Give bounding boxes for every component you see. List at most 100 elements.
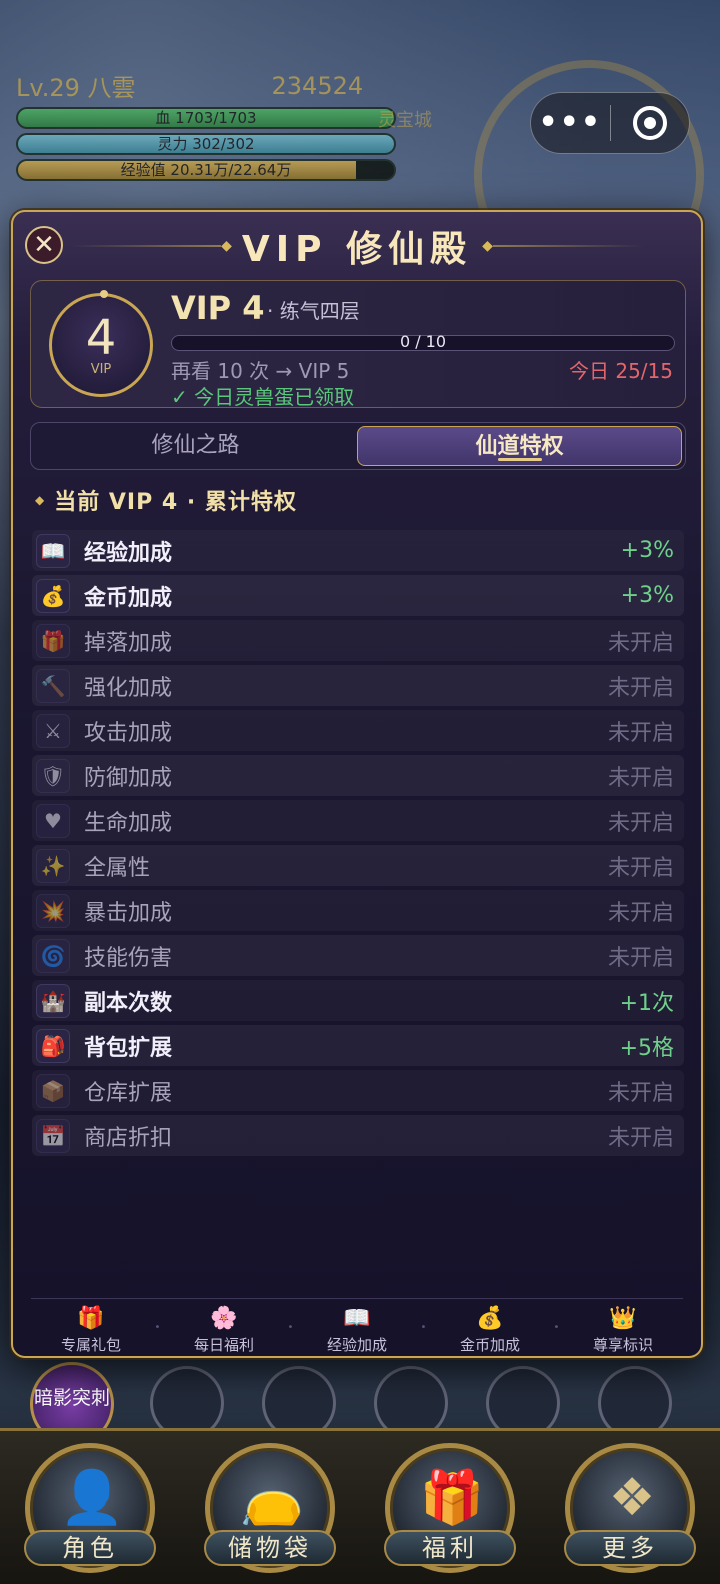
section-heading: ◆ 当前 VIP 4 · 累计特权 <box>35 484 297 516</box>
privilege-name: 副本次数 <box>84 990 173 1016</box>
section-title: 当前 VIP 4 · 累计特权 <box>54 490 297 515</box>
player-level-row: Lv.29 八雲 234524 <box>16 68 396 103</box>
skill-bar: 暗影突刺 <box>0 1352 720 1446</box>
privilege-name: 背包扩展 <box>84 1035 173 1061</box>
privilege-row: 💰 金币加成 +3% <box>32 575 684 616</box>
vip-modal: ✕ ◆ VIP 修仙殿 ◆ 4 VIP VIP 4 · 练气四层 0 / 10 … <box>11 210 703 1358</box>
privilege-row: ♥ 生命加成 未开启 <box>32 800 684 841</box>
perk-item[interactable]: 📖 经验加成 <box>297 1306 417 1355</box>
castle-icon: 🏰 <box>36 983 70 1018</box>
diamond-icon: ◆ <box>482 238 493 254</box>
privilege-name: 商店折扣 <box>84 1125 173 1151</box>
vip-badge-number: 4 <box>85 310 117 366</box>
nav-storage-bag-label: 储物袋 <box>204 1529 336 1566</box>
privilege-value: 未开启 <box>607 765 674 791</box>
money-bag-icon: 💰 <box>476 1306 504 1331</box>
privilege-name: 掉落加成 <box>84 630 173 656</box>
tab-privileges[interactable]: 仙道特权 <box>357 426 682 466</box>
perk-label: 每日福利 <box>193 1336 254 1354</box>
package-icon: 📦 <box>36 1073 70 1108</box>
privilege-value: +3% <box>620 583 674 608</box>
nav-welfare-label: 福利 <box>384 1529 516 1566</box>
perk-item[interactable]: 💰 金币加成 <box>430 1306 550 1355</box>
privilege-row: 🎒 背包扩展 +5格 <box>32 1025 684 1066</box>
footer-separator-dot: • <box>420 1322 427 1333</box>
privilege-value: +5格 <box>619 1035 674 1061</box>
privilege-name: 经验加成 <box>84 540 173 566</box>
bag-icon: 👝 <box>239 1468 305 1528</box>
privilege-row: 📦 仓库扩展 未开启 <box>32 1070 684 1111</box>
mall-label[interactable]: 灵宝城 <box>378 106 432 132</box>
privilege-value: 未开启 <box>607 720 674 746</box>
privilege-value: 未开启 <box>607 630 674 656</box>
player-hud: Lv.29 八雲 234524 血 1703/1703 灵力 302/302 经… <box>16 68 396 181</box>
close-miniprogram-icon[interactable] <box>611 106 690 140</box>
heart-icon: ♥ <box>36 803 70 838</box>
vip-progress-bar: 0 / 10 <box>171 332 675 351</box>
modal-title: VIP 修仙殿 <box>241 229 473 270</box>
privilege-value: 未开启 <box>607 1080 674 1106</box>
hp-text: 血 1703/1703 <box>155 109 257 127</box>
gift-icon: 🎁 <box>77 1306 105 1331</box>
tab-cultivation-road[interactable]: 修仙之路 <box>34 426 357 466</box>
perk-label: 尊享标识 <box>592 1336 653 1354</box>
privilege-value: +3% <box>620 538 674 563</box>
xp-text: 经验值 20.31万/22.64万 <box>120 161 292 179</box>
title-divider-left <box>71 245 222 247</box>
perk-item[interactable]: 🌸 每日福利 <box>164 1306 284 1355</box>
cultivation-realm: · 练气四层 <box>267 299 360 323</box>
privilege-row: 📖 经验加成 +3% <box>32 530 684 571</box>
privilege-row: 🌀 技能伤害 未开启 <box>32 935 684 976</box>
privilege-row: 📅 商店折扣 未开启 <box>32 1115 684 1156</box>
swirl-icon: 🌀 <box>36 938 70 973</box>
cherry-blossom-icon: 🌸 <box>210 1306 238 1331</box>
hammer-icon: 🔨 <box>36 668 70 703</box>
nav-character[interactable]: 👤 角色 <box>24 1442 156 1573</box>
footer-separator-dot: • <box>154 1322 161 1333</box>
nav-more[interactable]: ❖ 更多 <box>564 1442 696 1573</box>
perk-footer: 🎁 专属礼包 • 🌸 每日福利 • 📖 经验加成 • 💰 金币加成 • 👑 尊享标识 <box>31 1306 683 1354</box>
privilege-row: 💥 暴击加成 未开启 <box>32 890 684 931</box>
perk-item[interactable]: 🎁 专属礼包 <box>31 1306 151 1355</box>
vip-level: VIP 4 <box>171 289 265 327</box>
money-bag-icon: 💰 <box>36 578 70 613</box>
privilege-name: 生命加成 <box>84 810 173 836</box>
more-menu-icon[interactable]: ••• <box>531 108 610 138</box>
backpack-icon: 🎒 <box>36 1028 70 1063</box>
privilege-value: 未开启 <box>607 945 674 971</box>
crown-icon: 👑 <box>609 1306 637 1331</box>
vip-progress-text: 0 / 10 <box>399 332 447 351</box>
perk-label: 金币加成 <box>459 1336 520 1354</box>
privilege-name: 攻击加成 <box>84 720 173 746</box>
miniprogram-capsule: ••• <box>530 92 690 154</box>
title-divider-right <box>492 245 643 247</box>
privilege-row: 🏰 副本次数 +1次 <box>32 980 684 1021</box>
gift-chest-icon: 🎁 <box>419 1468 485 1528</box>
privilege-value: 未开启 <box>607 810 674 836</box>
nav-storage-bag[interactable]: 👝 储物袋 <box>204 1442 336 1573</box>
privilege-name: 全属性 <box>84 855 151 881</box>
perk-label: 专属礼包 <box>60 1336 121 1354</box>
mp-bar: 灵力 302/302 <box>16 133 396 155</box>
vip-status-card: 4 VIP VIP 4 · 练气四层 0 / 10 再看 10 次 → VIP … <box>30 280 686 409</box>
calendar-icon: 📅 <box>36 1118 70 1153</box>
privilege-name: 技能伤害 <box>84 945 173 971</box>
sparkles-icon: ✨ <box>36 848 70 883</box>
vip-badge-label: VIP <box>90 362 112 377</box>
egg-claimed-status: ✓ 今日灵兽蛋已领取 <box>171 385 355 409</box>
privilege-value: 未开启 <box>607 900 674 926</box>
bottom-nav: 👤 角色 👝 储物袋 🎁 福利 ❖ 更多 <box>0 1428 720 1584</box>
footer-separator-dot: • <box>553 1322 560 1333</box>
privilege-value: 未开启 <box>607 1125 674 1151</box>
more-icon: ❖ <box>608 1467 656 1528</box>
nav-more-label: 更多 <box>564 1529 696 1566</box>
perk-label: 经验加成 <box>326 1336 387 1354</box>
footer-divider <box>31 1298 683 1299</box>
privilege-name: 强化加成 <box>84 675 173 701</box>
privilege-name: 防御加成 <box>84 765 173 791</box>
hp-bar: 血 1703/1703 <box>16 107 396 129</box>
privilege-name: 仓库扩展 <box>84 1080 173 1106</box>
perk-item[interactable]: 👑 尊享标识 <box>563 1306 683 1355</box>
nav-welfare[interactable]: 🎁 福利 <box>384 1442 516 1573</box>
footer-separator-dot: • <box>287 1322 294 1333</box>
